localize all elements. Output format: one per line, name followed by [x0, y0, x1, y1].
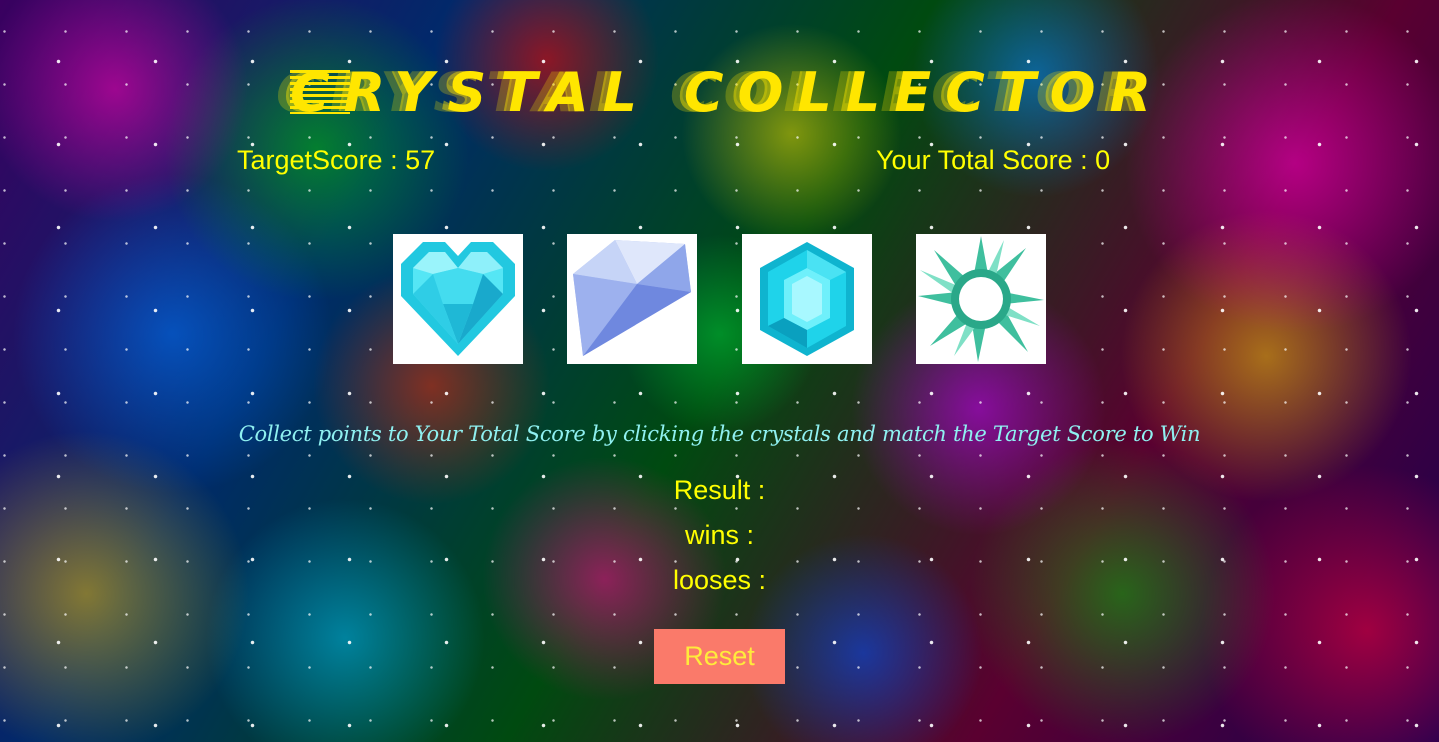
instructions-text: Collect points to Your Total Score by cl…	[238, 422, 1201, 446]
wins-line: wins :	[0, 517, 1439, 553]
crystal-button-1[interactable]	[393, 234, 523, 364]
result-line: Result :	[0, 472, 1439, 508]
diamond-crystal-icon	[573, 240, 691, 356]
hexagon-gem-icon	[760, 242, 854, 356]
target-score-value: 57	[405, 145, 436, 175]
crystal-button-2[interactable]	[567, 234, 697, 364]
total-score-value: 0	[1095, 145, 1111, 175]
page-title: CRYSTAL COLLECTOR	[290, 61, 1166, 124]
crystal-button-4[interactable]	[916, 234, 1046, 364]
reset-button[interactable]: Reset	[654, 629, 785, 684]
losses-line: looses :	[0, 562, 1439, 598]
losses-label: looses :	[672, 565, 767, 595]
target-score: TargetScore : 57	[237, 142, 435, 178]
crystal-cluster-icon	[918, 236, 1044, 362]
target-score-label: TargetScore :	[237, 145, 406, 175]
wins-label: wins :	[684, 520, 755, 550]
crystal-row	[393, 234, 1046, 364]
result-label: Result :	[673, 475, 766, 505]
total-score: Your Total Score : 0	[876, 142, 1110, 178]
heart-crystal-icon	[401, 242, 515, 356]
total-score-label: Your Total Score :	[876, 145, 1096, 175]
crystal-button-3[interactable]	[742, 234, 872, 364]
